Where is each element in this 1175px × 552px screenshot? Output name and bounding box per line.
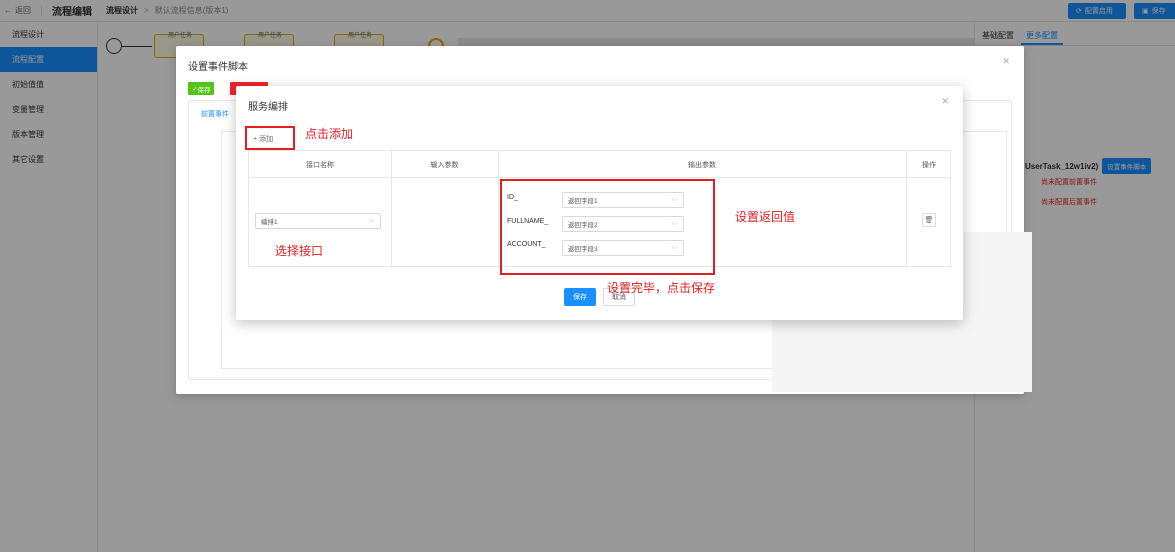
service-dialog-title: 服务编排 <box>248 102 288 113</box>
column-divider <box>391 151 392 268</box>
column-divider <box>498 151 499 268</box>
event-script-save-button[interactable]: ✓ 保存 <box>188 82 215 95</box>
close-icon[interactable]: ✕ <box>941 96 949 107</box>
annotation-select-interface: 选择接口 <box>275 244 324 258</box>
header-output-params: 输出参数 <box>688 161 716 169</box>
trash-icon: 🗑 <box>924 217 934 224</box>
annotation-output-highlight <box>500 179 715 275</box>
header-interface-name: 接口名称 <box>306 161 334 169</box>
add-highlight-box: + 添加 <box>245 126 295 150</box>
table-header: 接口名称 输入参数 输出参数 操作 <box>249 151 950 178</box>
tab-before-event[interactable]: 前置事件 <box>201 109 229 119</box>
interface-select[interactable]: 编排1 ⌵ <box>255 213 381 229</box>
header-actions: 操作 <box>922 161 936 169</box>
annotation-set-return: 设置返回值 <box>735 210 796 224</box>
annotation-done-save: 设置完毕，点击保存 <box>607 281 716 295</box>
chevron-down-icon: ⌵ <box>368 217 374 224</box>
event-script-save-label: 保存 <box>197 86 211 94</box>
add-button[interactable]: + 添加 <box>253 134 273 144</box>
event-script-dialog-title: 设置事件脚本 <box>188 62 248 73</box>
column-divider <box>906 151 907 268</box>
close-icon[interactable]: ✕ <box>1002 56 1010 67</box>
header-input-params: 输入参数 <box>430 161 459 169</box>
delete-row-button[interactable]: 🗑 <box>922 213 936 227</box>
interface-select-value: 编排1 <box>261 219 278 226</box>
annotation-click-add: 点击添加 <box>305 127 354 141</box>
plus-icon: + <box>253 135 258 143</box>
add-label: 添加 <box>259 136 274 143</box>
service-save-button[interactable]: 保存 <box>564 288 596 306</box>
